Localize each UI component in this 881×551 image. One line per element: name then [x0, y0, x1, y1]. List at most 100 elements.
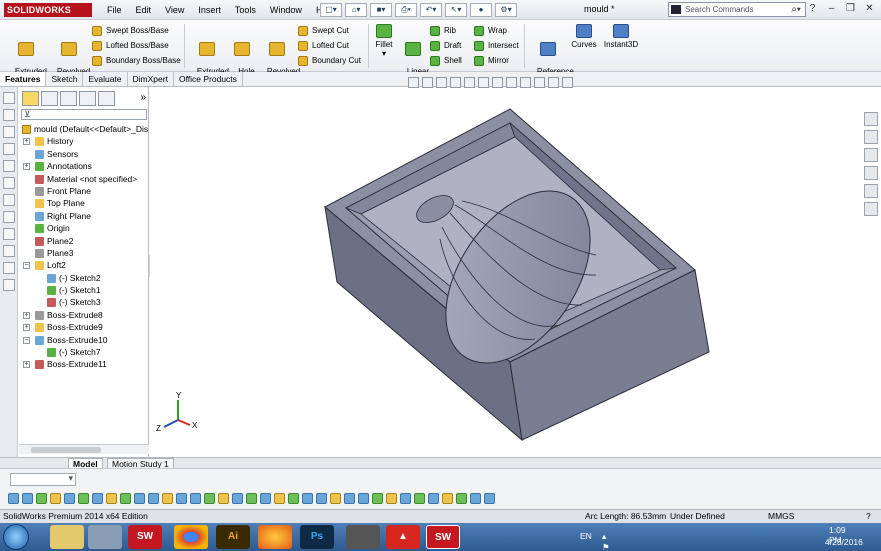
tree-item[interactable]: − Loft2 — [19, 259, 149, 271]
filter-icon[interactable] — [64, 493, 75, 504]
filter-icon[interactable] — [386, 493, 397, 504]
filter-icon[interactable] — [470, 493, 481, 504]
tree-root[interactable]: mould (Default<<Default>_Dis — [19, 123, 149, 135]
undo-icon[interactable]: ↶▾ — [420, 3, 442, 17]
acrobat-icon[interactable]: ▲ — [386, 525, 420, 549]
options-icon[interactable]: ⚙▾ — [495, 3, 517, 17]
filter-icon[interactable] — [218, 493, 229, 504]
explorer-icon[interactable] — [50, 525, 84, 549]
filter-icon[interactable] — [484, 493, 495, 504]
photoshop-icon[interactable]: Ps — [300, 525, 334, 549]
intersect-button[interactable]: Intersect — [474, 39, 519, 52]
tree-item[interactable]: + History — [19, 135, 149, 147]
tray-icons[interactable]: ▴ ⚑ ▮ ♪ — [602, 531, 610, 551]
collapse-icon[interactable]: − — [23, 336, 30, 344]
search-icon[interactable]: ⌕▾ — [791, 4, 801, 15]
print-icon[interactable]: ⎙▾ — [395, 3, 417, 17]
filter-icon[interactable] — [120, 493, 131, 504]
tab-evaluate[interactable]: Evaluate — [83, 72, 128, 86]
tool-icon[interactable] — [2, 160, 15, 172]
tree-item[interactable]: Right Plane — [19, 210, 149, 222]
zoom-to-fit-icon[interactable] — [408, 77, 419, 88]
status-units[interactable]: MMGS — [768, 510, 794, 523]
tree-item[interactable]: (-) Sketch1 — [19, 284, 149, 296]
mould-model[interactable]: Y X Z — [150, 87, 863, 457]
solidworks-active-icon[interactable]: SW — [426, 525, 460, 549]
filter-icon[interactable] — [50, 493, 61, 504]
filter-icon[interactable] — [106, 493, 117, 504]
fillet-button[interactable]: Fillet ▾ — [372, 24, 396, 58]
search-commands[interactable]: Search Commands ⌕▾ — [668, 2, 806, 17]
boundary-cut-button[interactable]: Boundary Cut — [298, 54, 361, 67]
filter-icon[interactable] — [442, 493, 453, 504]
section-view-icon[interactable] — [450, 77, 461, 88]
filter-icon[interactable] — [190, 493, 201, 504]
shell-button[interactable]: Shell — [430, 54, 462, 67]
rebuild-icon[interactable]: ● — [470, 3, 492, 17]
dynamic-annotation-icon[interactable] — [464, 77, 475, 88]
dimxpert-tab-icon[interactable] — [79, 91, 96, 106]
tab-office-products[interactable]: Office Products — [174, 72, 243, 86]
filter-icon[interactable] — [456, 493, 467, 504]
display-manager-tab-icon[interactable] — [98, 91, 115, 106]
filter-icon[interactable] — [36, 493, 47, 504]
expand-icon[interactable]: + — [23, 163, 30, 171]
expand-icon[interactable]: + — [23, 361, 30, 369]
open-icon[interactable]: ⌂▾ — [345, 3, 367, 17]
filter-icon[interactable] — [358, 493, 369, 504]
menu-tools[interactable]: Tools — [228, 4, 263, 16]
filter-icon[interactable] — [246, 493, 257, 504]
wrap-button[interactable]: Wrap — [474, 24, 507, 37]
tree-item[interactable]: + Annotations — [19, 160, 149, 172]
filter-icon[interactable] — [92, 493, 103, 504]
filter-icon[interactable] — [176, 493, 187, 504]
firefox-icon[interactable] — [258, 525, 292, 549]
solidworks-logo[interactable]: SOLIDWORKS — [4, 3, 92, 17]
tool-icon[interactable] — [2, 92, 15, 104]
filter-combo[interactable] — [10, 473, 76, 486]
instant3d-button[interactable]: Instant3D — [602, 24, 640, 49]
tree-item[interactable]: + Boss-Extrude8 — [19, 309, 149, 321]
tool-icon[interactable] — [2, 245, 15, 257]
curves-button[interactable]: Curves — [570, 24, 598, 49]
help-icon[interactable]: ? — [866, 510, 871, 523]
tab-sketch[interactable]: Sketch — [46, 72, 84, 86]
display-style-icon[interactable] — [492, 77, 503, 88]
property-manager-tab-icon[interactable] — [41, 91, 58, 106]
filter-icon[interactable] — [260, 493, 271, 504]
filter-icon[interactable] — [316, 493, 327, 504]
zoom-area-icon[interactable] — [422, 77, 433, 88]
filter-icon[interactable] — [148, 493, 159, 504]
tree-item[interactable]: (-) Sketch7 — [19, 346, 149, 358]
tree-filter[interactable]: ⊻ — [21, 109, 147, 120]
filter-icon[interactable] — [274, 493, 285, 504]
feature-tree-tab-icon[interactable] — [22, 91, 39, 106]
tree-item[interactable]: Front Plane — [19, 185, 149, 197]
filter-icon[interactable] — [330, 493, 341, 504]
tree-item[interactable]: + Boss-Extrude11 — [19, 358, 149, 370]
tree-item[interactable]: Sensors — [19, 148, 149, 160]
filter-icon[interactable] — [428, 493, 439, 504]
swept-boss-button[interactable]: Swept Boss/Base — [92, 24, 169, 37]
chrome-icon[interactable] — [174, 525, 208, 549]
custom-properties-icon[interactable] — [864, 202, 878, 216]
edit-appearance-icon[interactable] — [520, 77, 531, 88]
help-icon[interactable]: ? — [805, 2, 820, 16]
tree-item[interactable]: Origin — [19, 222, 149, 234]
file-explorer-icon[interactable] — [864, 148, 878, 162]
save-icon[interactable]: ■▾ — [370, 3, 392, 17]
menu-window[interactable]: Window — [263, 4, 309, 16]
view-settings-icon[interactable] — [548, 77, 559, 88]
resources-icon[interactable] — [864, 112, 878, 126]
tree-item[interactable]: + Boss-Extrude9 — [19, 321, 149, 333]
menu-file[interactable]: File — [100, 4, 129, 16]
tab-dimxpert[interactable]: DimXpert — [128, 72, 174, 86]
clock-date[interactable]: 4/23/2016 — [825, 537, 863, 547]
tool-icon[interactable] — [2, 211, 15, 223]
design-library-icon[interactable] — [864, 130, 878, 144]
scrollbar-thumb[interactable] — [31, 447, 101, 453]
filter-icon[interactable] — [78, 493, 89, 504]
expand-icon[interactable]: + — [23, 311, 30, 319]
tree-item[interactable]: Material <not specified> — [19, 173, 149, 185]
search-input[interactable]: Search Commands — [685, 5, 753, 14]
